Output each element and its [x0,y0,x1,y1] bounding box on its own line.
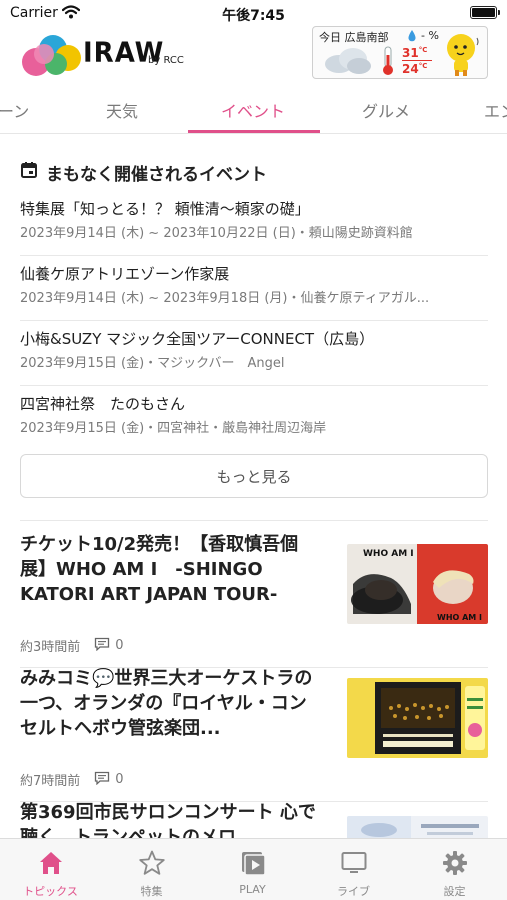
event-name: 仙養ケ原アトリエゾーン作家展 [20,265,230,283]
nav-topics[interactable]: トピックス [0,839,101,900]
event-meta: 2023年9月14日 (木) ~ 2023年9月18日 (月)・仙養ケ原ティアガ… [20,291,430,306]
nav-label: PLAY [239,883,266,896]
article-title: みみコミ💬世界三大オーケストラの一つ、オランダの『ロイヤル・コンセルトヘボウ管弦… [20,668,313,739]
event-meta: 2023年9月15日 (金)・四宮神社・厳島神社周辺海岸 [20,421,327,436]
weather-widget[interactable]: 今日 広島南部 - % 31°C 24°C [312,26,488,79]
events-header: まもなく開催されるイベント [20,160,267,185]
event-meta: 2023年9月14日 (木) ~ 2023年10月22日 (日)・頼山陽史跡資料… [20,226,413,241]
article-time: 約3時間前 [20,640,81,655]
thumb-text-right: WHO AM I [437,613,482,622]
tab-entertainment[interactable]: エン [484,98,507,122]
article-meta: 約7時間前 0 [20,770,124,789]
clock: 午後7:45 [222,8,285,24]
event-item[interactable]: 仙養ケ原アトリエゾーン作家展 2023年9月14日 (木) ~ 2023年9月1… [20,257,488,321]
temp-divider [402,60,432,61]
mascot-icon [439,30,485,82]
nav-label: 特集 [140,885,163,898]
article-meta: 約3時間前 0 [20,636,124,655]
event-item[interactable]: 四宮神社祭 たのもさん 2023年9月15日 (金)・四宮神社・厳島神社周辺海岸 [20,387,488,451]
nav-label: ライブ [337,885,370,898]
weather-rain-chance: - % [421,29,439,42]
nav-settings[interactable]: 設定 [404,839,505,900]
tab-gourmet[interactable]: グルメ [362,98,410,122]
comment-count: 0 [115,772,124,787]
logo-by-text: by RCC [148,55,184,66]
nav-label: トピックス [23,885,78,898]
event-name: 小梅&SUZY マジック全国ツアーCONNECT（広島） [20,330,375,348]
event-item[interactable]: 小梅&SUZY マジック全国ツアーCONNECT（広島） 2023年9月15日 … [20,322,488,386]
event-item[interactable]: 特集展「知っとる！？ 頼惟清〜頼家の礎」 2023年9月14日 (木) ~ 20… [20,192,488,256]
comment-icon [94,637,110,655]
status-bar: Carrier 午後7:45 [0,0,507,26]
app-header: IRAW by RCC 今日 広島南部 - % 31°C 24°C [0,26,507,86]
article-card[interactable]: みみコミ💬世界三大オーケストラの一つ、オランダの『ロイヤル・コンセルトヘボウ管弦… [20,666,488,802]
nav-play[interactable]: PLAY [202,839,303,900]
comment-count: 0 [115,638,124,653]
star-icon [138,849,166,877]
article-title: チケット10/2発売！【香取慎吾個展】WHO AM I -SHINGO KATO… [20,534,299,605]
gear-icon [441,849,469,877]
event-name: 特集展「知っとる！？ 頼惟清〜頼家の礎」 [20,200,310,218]
raindrop-icon [407,28,417,47]
nav-features[interactable]: 特集 [101,839,202,900]
comment-icon [94,771,110,789]
home-icon [37,849,65,877]
more-events-button[interactable]: もっと見る [20,454,488,498]
tab-weather[interactable]: 天気 [106,98,138,122]
logo-mark-icon [22,35,81,76]
article-card[interactable]: チケット10/2発売！【香取慎吾個展】WHO AM I -SHINGO KATO… [20,532,488,668]
event-name: 四宮神社祭 たのもさん [20,395,186,413]
tv-icon [340,849,368,877]
tab-active-indicator [188,130,320,133]
tab-events[interactable]: イベント [221,98,285,122]
nav-label: 設定 [443,885,466,898]
iraw-logo[interactable] [20,32,82,82]
temp-high: 31°C [402,46,428,60]
play-icon [239,849,267,877]
nav-live[interactable]: ライブ [303,839,404,900]
cloud-icon [321,45,373,79]
thumb-text-left: WHO AM I [363,549,414,559]
battery-icon [470,6,500,19]
category-tabs: ーン 天気 イベント グルメ エン [0,88,507,134]
thermometer-icon [381,45,395,81]
calendar-icon [20,161,38,183]
tab-scene[interactable]: ーン [0,98,29,122]
article-thumbnail [347,678,488,758]
bottom-navigation: トピックス 特集 PLAY ライブ 設定 [0,838,507,900]
events-title: まもなく開催されるイベント [46,164,267,185]
article-thumbnail: WHO AM I WHO AM I [347,544,488,624]
section-divider [20,520,488,521]
temp-low: 24°C [402,62,428,76]
weather-location: 今日 広島南部 [319,31,389,44]
article-time: 約7時間前 [20,774,81,789]
event-meta: 2023年9月15日 (金)・マジックバー Angel [20,356,285,371]
